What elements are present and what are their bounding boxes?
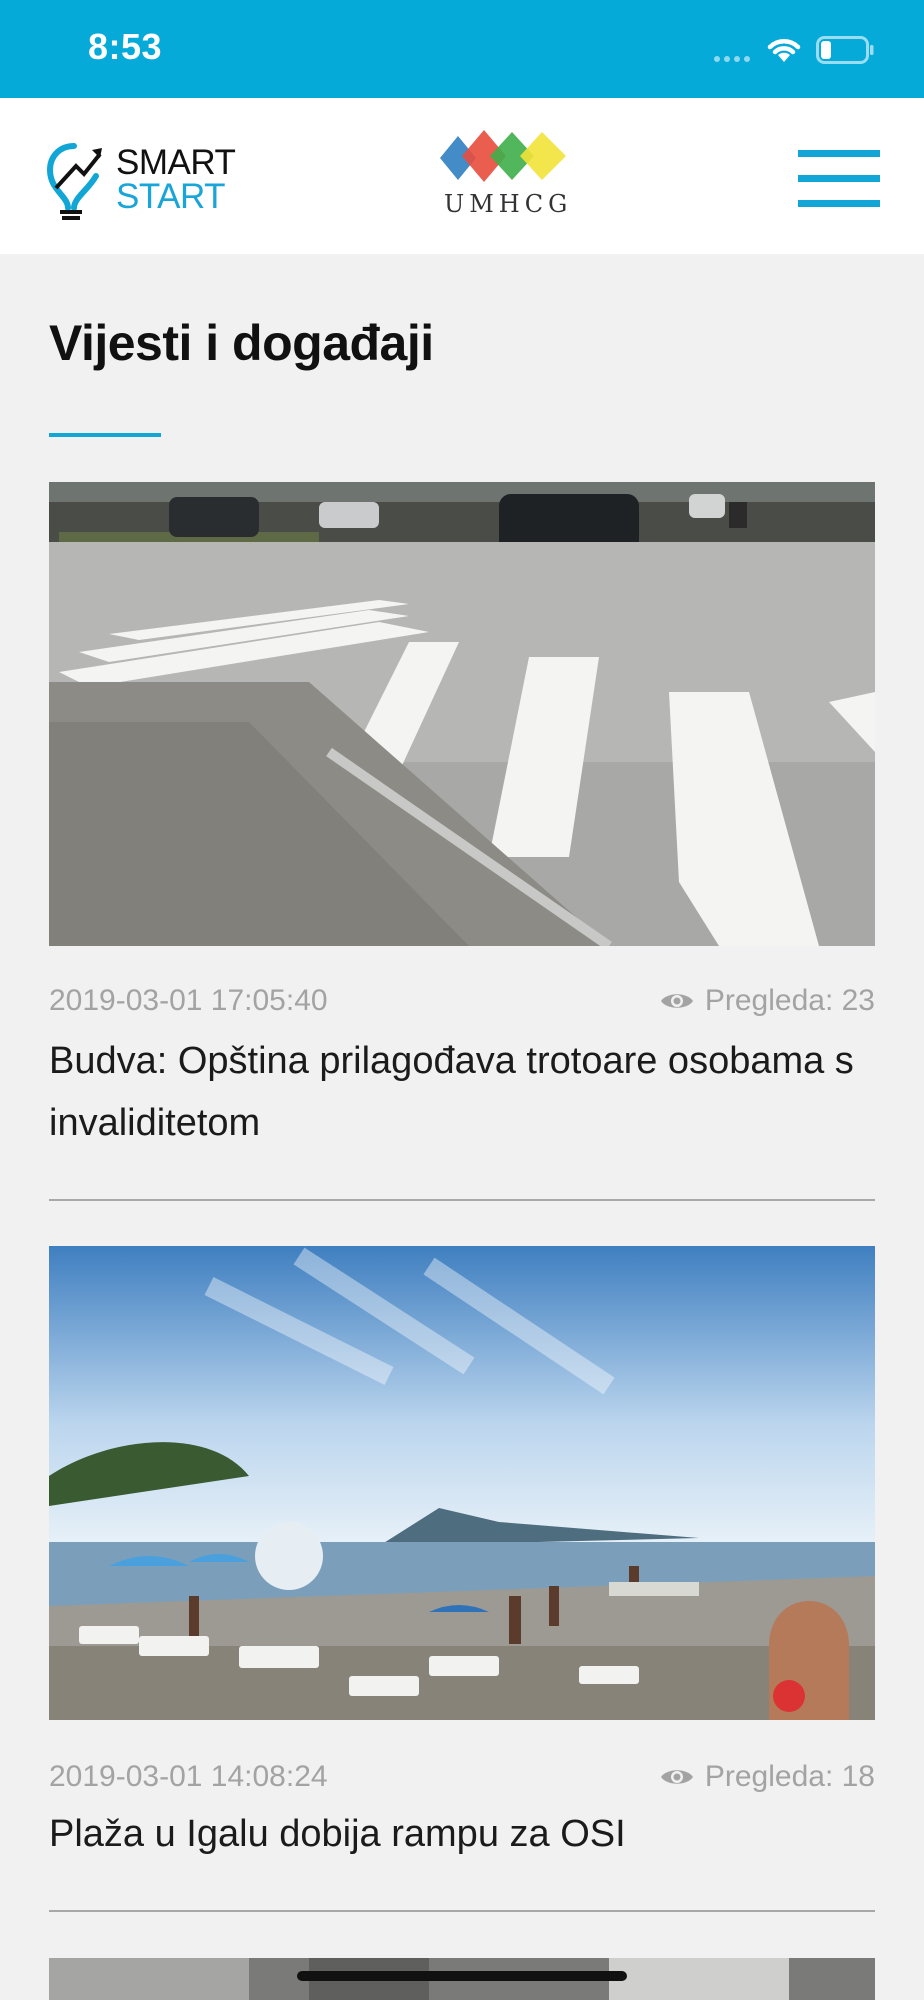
status-bar: 8:53 — [0, 0, 924, 98]
eye-icon — [660, 994, 693, 1008]
menu-line — [798, 200, 880, 207]
article-meta: 2019-03-01 17:05:40 Pregleda: 23 — [49, 984, 875, 1024]
eye-icon — [660, 1770, 693, 1784]
umhcg-label: UMHCG — [444, 190, 573, 218]
article-views: Pregleda: 23 — [659, 984, 875, 1018]
menu-line — [798, 175, 880, 182]
menu-line — [798, 150, 880, 157]
hamburger-menu-button[interactable] — [798, 150, 880, 208]
wifi-icon — [767, 39, 801, 62]
lightbulb-logo-icon — [46, 143, 102, 220]
app-header: SMART START UMHCG — [0, 98, 924, 254]
article-image-crosswalk[interactable] — [49, 482, 875, 946]
umhcg-logo[interactable]: UMHCG — [438, 128, 578, 224]
battery-icon — [816, 36, 874, 64]
smart-start-wordmark: SMART START — [116, 143, 236, 216]
article-image-beach[interactable] — [49, 1246, 875, 1720]
article-title[interactable]: Plaža u Igalu dobija rampu za OSI — [49, 1803, 879, 1865]
title-underline — [49, 433, 161, 437]
article-date: 2019-03-01 14:08:24 — [49, 1760, 328, 1793]
article-divider — [49, 1199, 875, 1201]
signal-dots-icon — [714, 56, 750, 62]
article-views: Pregleda: 18 — [659, 1760, 875, 1794]
start-text: START — [116, 177, 226, 216]
smart-text: SMART — [116, 143, 236, 182]
smart-start-logo[interactable]: SMART START — [30, 128, 250, 224]
status-time: 8:53 — [88, 26, 163, 67]
article-meta: 2019-03-01 14:08:24 Pregleda: 18 — [49, 1760, 875, 1800]
article-divider — [49, 1910, 875, 1912]
article-date: 2019-03-01 17:05:40 — [49, 984, 328, 1017]
article-title[interactable]: Budva: Opština prilagođava trotoare osob… — [49, 1030, 879, 1154]
views-count: Pregleda: 23 — [704, 984, 875, 1017]
umhcg-diamonds-icon — [440, 130, 566, 182]
home-indicator[interactable] — [297, 1971, 627, 1981]
page-title: Vijesti i događaji — [49, 315, 434, 371]
views-count: Pregleda: 18 — [704, 1760, 875, 1793]
